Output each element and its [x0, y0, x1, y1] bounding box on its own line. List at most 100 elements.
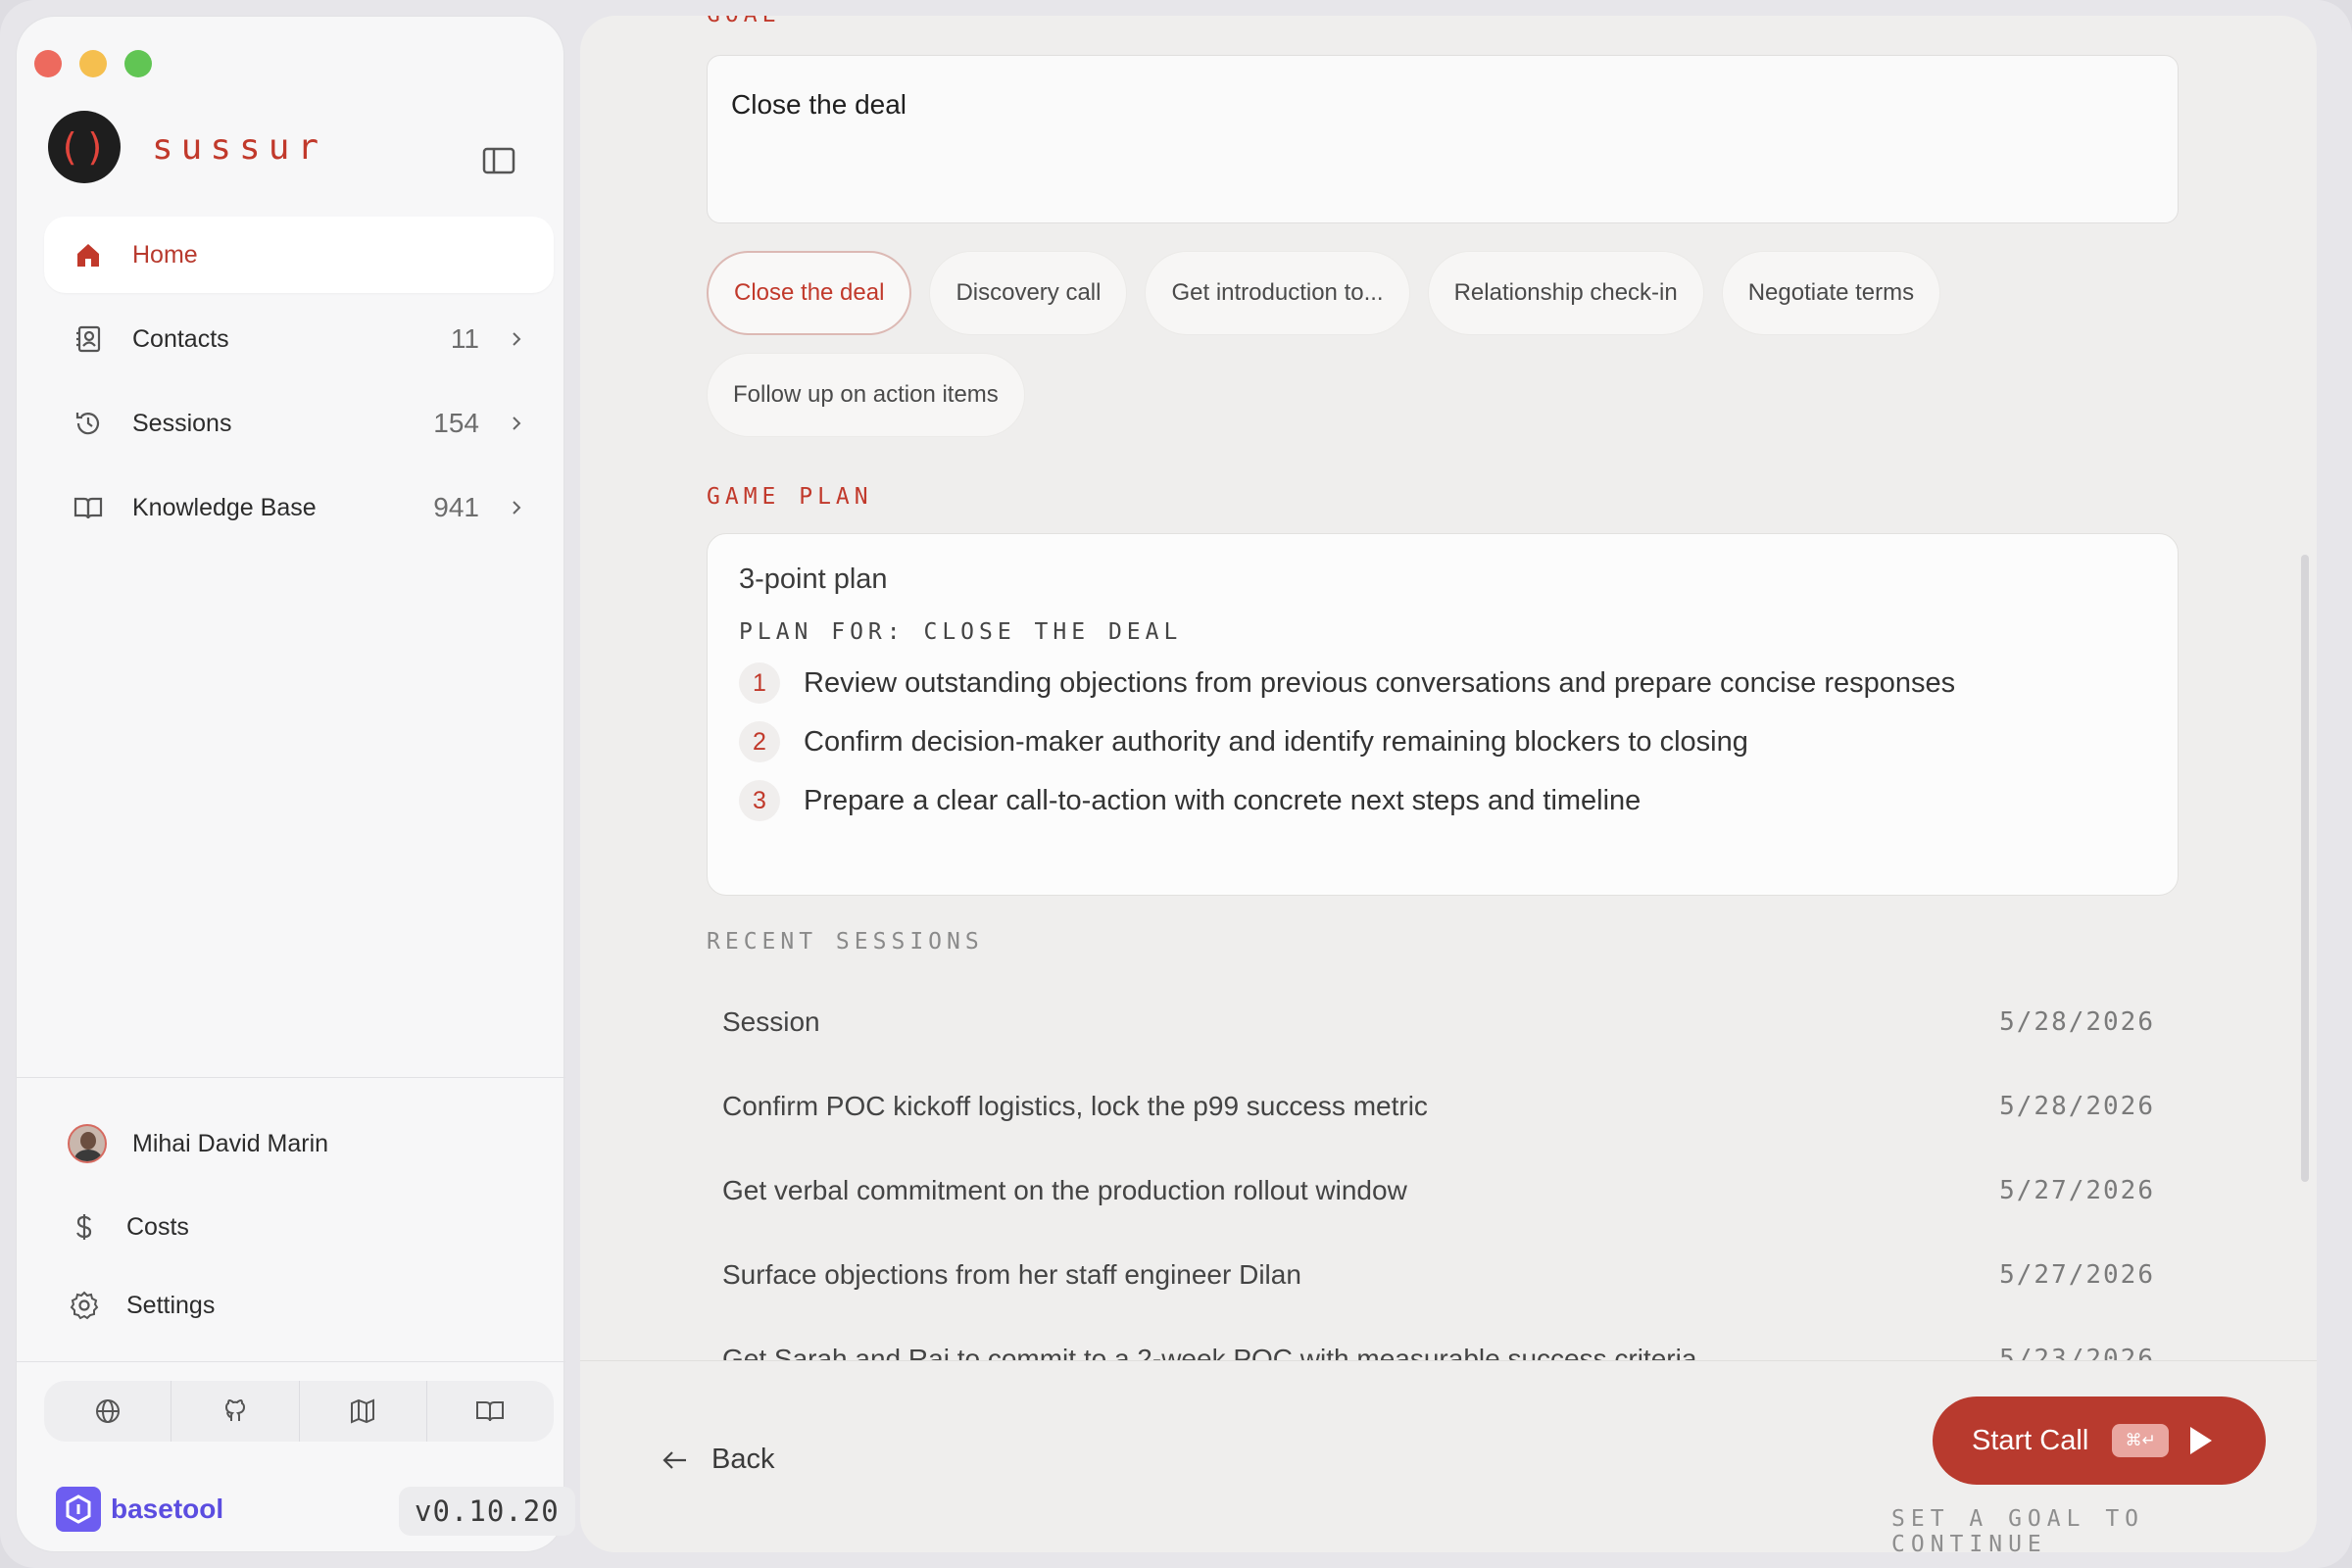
- scrollbar[interactable]: [2301, 555, 2309, 1182]
- session-title: Surface objections from her staff engine…: [722, 1259, 1301, 1290]
- contacts-icon: [72, 322, 105, 356]
- sidebar-footer-icons: [44, 1381, 554, 1442]
- basetool-name: basetool: [111, 1494, 224, 1524]
- chevron-right-icon: [513, 416, 521, 430]
- brand-logo: (): [48, 111, 121, 183]
- sidebar-panel-icon: [482, 147, 515, 174]
- chevron-right-icon: [513, 501, 521, 514]
- user-name: Mihai David Marin: [132, 1129, 329, 1157]
- plan-step: 1 Review outstanding objections from pre…: [739, 662, 2146, 704]
- goal-hint: SET A GOAL TO CONTINUE: [1891, 1506, 2145, 1552]
- docs-button[interactable]: [427, 1381, 554, 1442]
- sidebar-divider: [17, 1361, 565, 1362]
- book-icon: [72, 491, 105, 524]
- step-number: 1: [739, 662, 780, 704]
- home-icon: [72, 238, 105, 271]
- basetool-mark-icon: [56, 1487, 101, 1532]
- session-date: 5/27/2026: [1999, 1176, 2155, 1205]
- github-button[interactable]: [172, 1381, 300, 1442]
- user-profile[interactable]: Mihai David Marin: [68, 1124, 328, 1163]
- game-plan-label: GAME PLAN: [707, 484, 873, 510]
- history-icon: [72, 407, 105, 440]
- sidebar-item-contacts[interactable]: Contacts 11: [44, 301, 554, 377]
- sidebar-toggle-button[interactable]: [481, 146, 516, 175]
- main-panel: GOAL Close the deal Close the deal Disco…: [580, 16, 2317, 1552]
- goal-section-label: GOAL: [707, 16, 780, 27]
- start-call-button[interactable]: Start Call ⌘↵: [1933, 1396, 2266, 1485]
- list-item[interactable]: Surface objections from her staff engine…: [707, 1233, 2179, 1317]
- sidebar-item-sessions[interactable]: Sessions 154: [44, 385, 554, 462]
- step-text: Prepare a clear call-to-action with conc…: [804, 784, 1642, 816]
- github-icon: [224, 1398, 245, 1421]
- session-date: 5/27/2026: [1999, 1260, 2155, 1290]
- start-call-label: Start Call: [1972, 1424, 2089, 1456]
- goal-chip[interactable]: Discovery call: [929, 251, 1128, 335]
- gear-icon: [68, 1289, 101, 1322]
- costs-label: Costs: [126, 1212, 189, 1241]
- plan-title: 3-point plan: [739, 564, 888, 595]
- back-label: Back: [711, 1444, 775, 1475]
- session-title: Session: [722, 1006, 820, 1037]
- goal-chip[interactable]: Get introduction to...: [1145, 251, 1410, 335]
- list-item[interactable]: Confirm POC kickoff logistics, lock the …: [707, 1064, 2179, 1149]
- window-controls: [34, 50, 152, 77]
- avatar: [68, 1124, 107, 1163]
- costs-link[interactable]: Costs: [68, 1210, 189, 1244]
- session-title: Confirm POC kickoff logistics, lock the …: [722, 1091, 1428, 1121]
- website-button[interactable]: [44, 1381, 172, 1442]
- goal-input-value: Close the deal: [731, 89, 907, 120]
- goal-chip[interactable]: Relationship check-in: [1427, 251, 1704, 335]
- version-badge: v0.10.20: [399, 1487, 575, 1536]
- sessions-count: 154: [433, 408, 479, 438]
- settings-link[interactable]: Settings: [68, 1289, 215, 1322]
- goal-chip[interactable]: Close the deal: [707, 251, 912, 335]
- close-window-button[interactable]: [34, 50, 62, 77]
- maximize-window-button[interactable]: [124, 50, 152, 77]
- sidebar-nav: Home Contacts 11 Sessions 154 Knowledge …: [44, 217, 554, 554]
- session-date: 5/28/2026: [1999, 1007, 2155, 1037]
- goal-input[interactable]: Close the deal: [707, 55, 2179, 223]
- play-icon: [2190, 1427, 2213, 1454]
- roadmap-button[interactable]: [300, 1381, 427, 1442]
- step-text: Review outstanding objections from previ…: [804, 666, 1956, 699]
- minimize-window-button[interactable]: [79, 50, 107, 77]
- knowledge-base-count: 941: [433, 492, 479, 522]
- arrow-left-icon: [662, 1450, 686, 1469]
- brand[interactable]: () sussur: [48, 111, 326, 183]
- list-item[interactable]: Session 5/28/2026: [707, 980, 2179, 1064]
- goal-chip[interactable]: Negotiate terms: [1721, 251, 1941, 335]
- globe-icon: [95, 1399, 120, 1423]
- map-icon: [351, 1398, 375, 1424]
- sidebar-item-label: Sessions: [132, 409, 232, 437]
- keyboard-shortcut: ⌘↵: [2112, 1424, 2170, 1457]
- plan-subtitle: PLAN FOR: CLOSE THE DEAL: [739, 619, 1183, 645]
- sidebar-item-knowledge-base[interactable]: Knowledge Base 941: [44, 469, 554, 546]
- goal-chip[interactable]: Follow up on action items: [707, 353, 1025, 437]
- basetool-logo[interactable]: basetool: [56, 1487, 223, 1532]
- sidebar: () sussur Home Contacts 11 Sessions 154 …: [16, 16, 575, 1552]
- app-window: () sussur Home Contacts 11 Sessions 154 …: [0, 0, 2352, 1568]
- contacts-count: 11: [450, 323, 479, 354]
- action-bar: Back Start Call ⌘↵ SET A GOAL TO CONTINU…: [580, 1360, 2317, 1552]
- dollar-icon: [68, 1210, 101, 1244]
- settings-label: Settings: [126, 1291, 216, 1319]
- step-number: 2: [739, 721, 780, 762]
- back-button[interactable]: Back: [661, 1444, 774, 1476]
- sidebar-item-label: Home: [132, 240, 198, 269]
- session-date: 5/28/2026: [1999, 1092, 2155, 1121]
- plan-step: 2 Confirm decision-maker authority and i…: [739, 721, 2146, 762]
- goal-chips: Close the deal Discovery call Get introd…: [707, 251, 2196, 455]
- recent-sessions-label: RECENT SESSIONS: [707, 929, 984, 955]
- chevron-right-icon: [513, 332, 521, 346]
- list-item[interactable]: Get verbal commitment on the production …: [707, 1149, 2179, 1233]
- plan-step: 3 Prepare a clear call-to-action with co…: [739, 780, 2146, 821]
- sidebar-item-label: Knowledge Base: [132, 493, 317, 521]
- sidebar-item-home[interactable]: Home: [44, 217, 554, 293]
- step-text: Confirm decision-maker authority and ide…: [804, 725, 1748, 758]
- brand-name: sussur: [152, 126, 327, 168]
- sidebar-divider: [17, 1077, 565, 1078]
- game-plan-card: 3-point plan PLAN FOR: CLOSE THE DEAL 1 …: [707, 533, 2179, 896]
- step-number: 3: [739, 780, 780, 821]
- session-title: Get verbal commitment on the production …: [722, 1175, 1407, 1205]
- recent-sessions-list: Session 5/28/2026 Confirm POC kickoff lo…: [707, 980, 2179, 1401]
